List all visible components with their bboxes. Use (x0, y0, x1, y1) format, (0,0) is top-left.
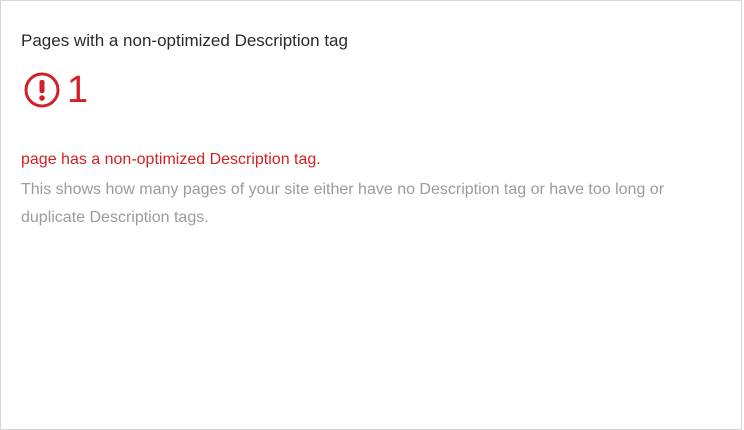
card-title: Pages with a non-optimized Description t… (21, 31, 348, 50)
issue-count: 1 (67, 69, 89, 111)
issue-count-row: 1 (21, 69, 88, 111)
card-description: This shows how many pages of your site e… (21, 181, 665, 226)
description-tag-card: Pages with a non-optimized Description t… (0, 0, 742, 430)
status-message: page has a non-optimized Description tag… (21, 151, 321, 168)
alert-circle-icon (24, 72, 60, 108)
